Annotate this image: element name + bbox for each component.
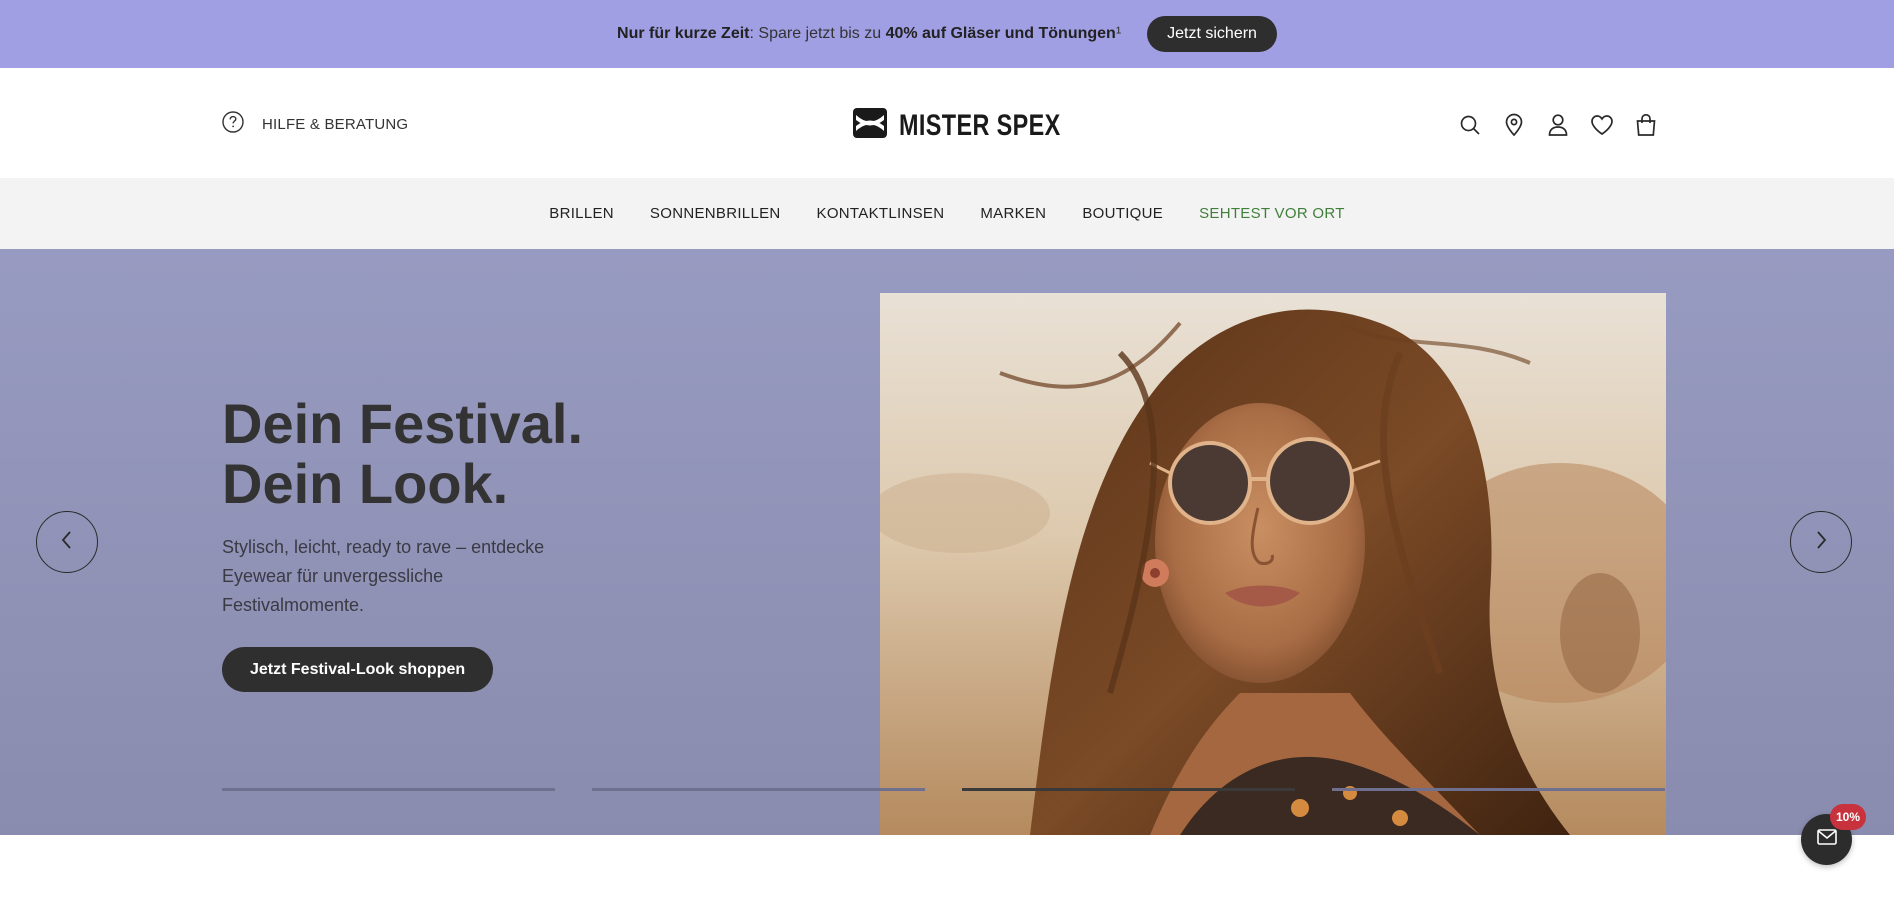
slider-progress-segment[interactable] [222,788,555,791]
promo-bar: Nur für kurze Zeit: Spare jetzt bis zu 4… [0,0,1894,68]
search-icon[interactable] [1455,110,1485,140]
nav-item-sehtest-vor-ort[interactable]: SEHTEST VOR ORT [1199,205,1345,222]
hero-cta-button[interactable]: Jetzt Festival-Look shoppen [222,647,494,692]
hero-image [880,293,1666,835]
newsletter-discount-badge: 10% [1830,804,1866,830]
hero-slider: Dein Festival. Dein Look. Stylisch, leic… [0,249,1894,835]
help-link[interactable]: HILFE & BERATUNG [222,111,408,138]
mister-spex-logo-icon [853,106,887,145]
logo[interactable]: MISTER SPEX [853,106,1106,145]
hero-title: Dein Festival. Dein Look. [222,394,583,514]
slider-next-button[interactable] [1790,511,1852,573]
user-icon[interactable] [1543,110,1573,140]
main-nav: BRILLEN SONNENBRILLEN KONTAKTLINSEN MARK… [0,178,1894,249]
site-header: HILFE & BERATUNG MISTER SPEX [0,68,1894,178]
hero-title-line-2: Dein Look. [222,452,509,515]
slider-prev-button[interactable] [36,511,98,573]
nav-item-boutique[interactable]: BOUTIQUE [1082,205,1163,222]
nav-item-marken[interactable]: MARKEN [980,205,1046,222]
envelope-icon [1816,829,1837,850]
location-pin-icon[interactable] [1499,110,1529,140]
promo-text: Nur für kurze Zeit: Spare jetzt bis zu 4… [617,25,1122,42]
slider-progress-segment[interactable] [592,788,925,791]
promo-cta-button[interactable]: Jetzt sichern [1147,16,1277,52]
logo-text: MISTER SPEX [899,108,1061,142]
nav-item-sonnenbrillen[interactable]: SONNENBRILLEN [650,205,781,222]
chevron-left-icon [59,529,75,556]
nav-item-brillen[interactable]: BRILLEN [549,205,614,222]
heart-icon[interactable] [1587,110,1617,140]
chevron-right-icon [1813,529,1829,556]
hero-subtitle: Stylisch, leicht, ready to rave – entdec… [222,537,545,615]
slider-progress-segment[interactable] [1332,788,1665,791]
header-icons [1455,110,1675,140]
slider-progress-segment[interactable] [962,788,1295,791]
question-circle-icon [222,111,244,138]
shopping-bag-icon[interactable] [1631,110,1661,140]
hero-title-line-1: Dein Festival. [222,392,584,455]
nav-item-kontaktlinsen[interactable]: KONTAKTLINSEN [817,205,945,222]
help-label: HILFE & BERATUNG [262,116,409,133]
